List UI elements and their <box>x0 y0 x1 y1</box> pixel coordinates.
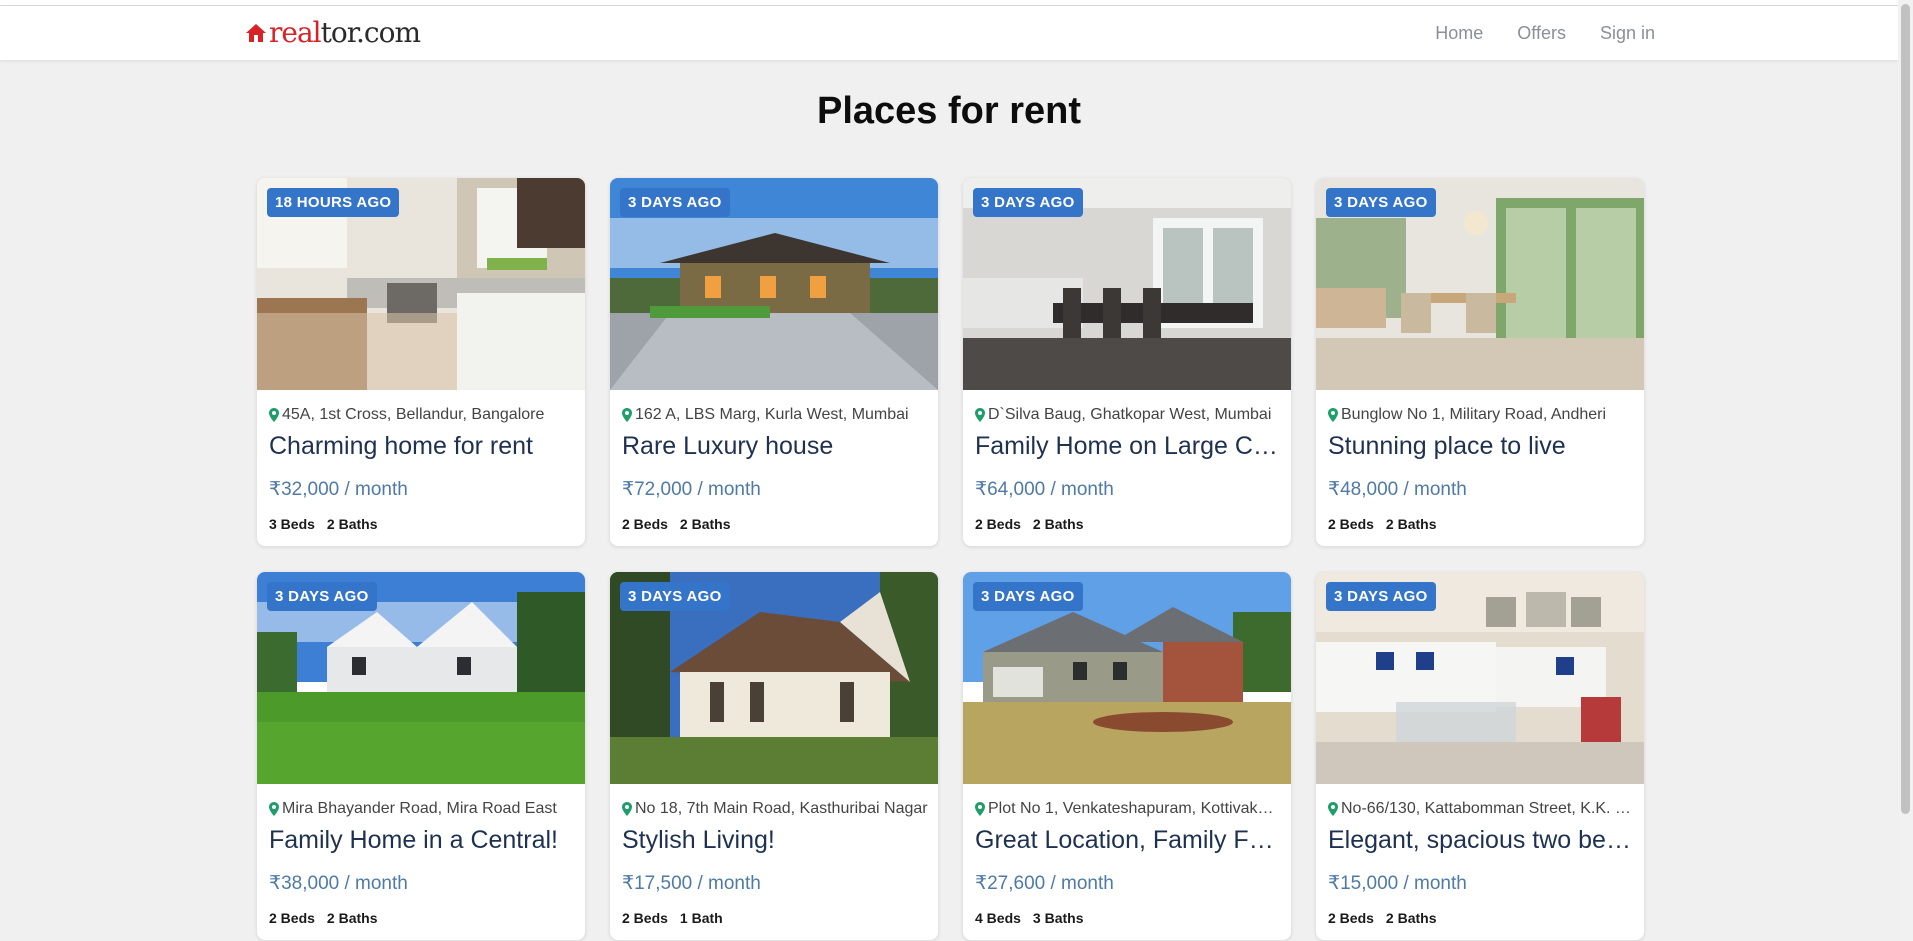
listing-specs: 2 Beds 2 Baths <box>975 516 1084 532</box>
listing-specs: 2 Beds 2 Baths <box>622 516 731 532</box>
listing-baths: 1 Bath <box>679 910 723 926</box>
listing-title[interactable]: Stylish Living! <box>622 826 928 855</box>
listing-card[interactable]: 3 DAYS AGO 162 A, LBS Marg, Kurla West, … <box>610 178 938 546</box>
listing-baths: 2 Baths <box>1032 516 1084 532</box>
listing-age-badge: 3 DAYS AGO <box>620 582 730 611</box>
listing-address-text: 162 A, LBS Marg, Kurla West, Mumbai <box>635 406 909 423</box>
listing-age-badge: 3 DAYS AGO <box>1326 188 1436 217</box>
house-logo-icon <box>246 24 266 42</box>
listing-specs: 3 Beds 2 Baths <box>269 516 378 532</box>
location-pin-icon <box>1328 802 1338 816</box>
listing-card[interactable]: 3 DAYS AGO No-66/130, Kattabomman Street… <box>1316 572 1644 940</box>
listing-address: Bunglow No 1, Military Road, Andheri <box>1328 406 1634 424</box>
listing-image: 3 DAYS AGO <box>257 572 585 784</box>
listing-card[interactable]: 3 DAYS AGO D`Silva Baug, Ghatkopar West,… <box>963 178 1291 546</box>
listing-image: 3 DAYS AGO <box>963 572 1291 784</box>
listing-address-text: No 18, 7th Main Road, Kasthuribai Nagar <box>635 800 928 817</box>
listing-beds: 2 Beds <box>1328 910 1374 926</box>
listing-address: D`Silva Baug, Ghatkopar West, Mumbai <box>975 406 1281 424</box>
listing-baths: 2 Baths <box>1385 910 1437 926</box>
listing-address-text: Mira Bhayander Road, Mira Road East <box>282 800 557 817</box>
listing-address: Plot No 1, Venkateshapuram, Kottivakkam <box>975 800 1281 818</box>
listing-price: ₹38,000 / month <box>269 873 408 894</box>
listing-specs: 2 Beds 2 Baths <box>1328 910 1437 926</box>
listing-title[interactable]: Family Home in a Central! <box>269 826 575 855</box>
listing-specs: 2 Beds 1 Bath <box>622 910 723 926</box>
listing-specs: 4 Beds 3 Baths <box>975 910 1084 926</box>
listing-beds: 2 Beds <box>269 910 315 926</box>
listing-address: No 18, 7th Main Road, Kasthuribai Nagar <box>622 800 928 818</box>
listing-beds: 2 Beds <box>1328 516 1374 532</box>
listing-beds: 2 Beds <box>622 516 668 532</box>
location-pin-icon <box>975 408 985 422</box>
listing-specs: 2 Beds 2 Baths <box>269 910 378 926</box>
listing-age-badge: 18 HOURS AGO <box>267 188 400 217</box>
listing-baths: 2 Baths <box>1385 516 1437 532</box>
page-scrollbar[interactable] <box>1898 0 1913 941</box>
listing-age-badge: 3 DAYS AGO <box>1326 582 1436 611</box>
listing-address-text: Plot No 1, Venkateshapuram, Kottivakkam <box>988 800 1281 817</box>
listing-price: ₹48,000 / month <box>1328 479 1467 500</box>
listing-image: 3 DAYS AGO <box>610 178 938 390</box>
listing-card[interactable]: 3 DAYS AGO Plot No 1, Venkateshapuram, K… <box>963 572 1291 940</box>
location-pin-icon <box>269 408 279 422</box>
listing-title[interactable]: Stunning place to live <box>1328 432 1634 461</box>
listing-baths: 3 Baths <box>1032 910 1084 926</box>
listing-address-text: No-66/130, Kattabomman Street, K.K. Naga… <box>1341 800 1634 817</box>
listing-price: ₹15,000 / month <box>1328 873 1467 894</box>
nav-signin-link[interactable]: Sign in <box>1600 22 1655 44</box>
listing-price: ₹27,600 / month <box>975 873 1114 894</box>
listing-card[interactable]: 3 DAYS AGO Bunglow No 1, Military Road, … <box>1316 178 1644 546</box>
brand-logo[interactable]: realtor.com <box>245 16 421 49</box>
nav-offers-link[interactable]: Offers <box>1517 22 1566 44</box>
listing-age-badge: 3 DAYS AGO <box>267 582 377 611</box>
listing-address-text: D`Silva Baug, Ghatkopar West, Mumbai <box>988 406 1272 423</box>
listing-title[interactable]: Charming home for rent <box>269 432 575 461</box>
listing-address: No-66/130, Kattabomman Street, K.K. Naga… <box>1328 800 1634 818</box>
listing-baths: 2 Baths <box>679 516 731 532</box>
location-pin-icon <box>1328 408 1338 422</box>
location-pin-icon <box>622 802 632 816</box>
nav-links: Home Offers Sign in <box>1435 22 1655 44</box>
nav-home-link[interactable]: Home <box>1435 22 1483 44</box>
listing-address: 162 A, LBS Marg, Kurla West, Mumbai <box>622 406 928 424</box>
listing-image: 3 DAYS AGO <box>1316 572 1644 784</box>
listing-image: 3 DAYS AGO <box>610 572 938 784</box>
location-pin-icon <box>622 408 632 422</box>
listing-beds: 2 Beds <box>622 910 668 926</box>
listing-specs: 2 Beds 2 Baths <box>1328 516 1437 532</box>
listing-title[interactable]: Family Home on Large Corner Lot <box>975 432 1281 461</box>
listing-card[interactable]: 3 DAYS AGO Mira Bhayander Road, Mira Roa… <box>257 572 585 940</box>
listing-image: 3 DAYS AGO <box>963 178 1291 390</box>
listing-card[interactable]: 18 HOURS AGO 45A, 1st Cross, Bellandur, … <box>257 178 585 546</box>
navbar: realtor.com Home Offers Sign in <box>0 6 1898 61</box>
listing-price: ₹17,500 / month <box>622 873 761 894</box>
listing-address-text: 45A, 1st Cross, Bellandur, Bangalore <box>282 406 545 423</box>
listing-beds: 2 Beds <box>975 516 1021 532</box>
listing-baths: 2 Baths <box>326 910 378 926</box>
listing-title[interactable]: Great Location, Family Friendly <box>975 826 1281 855</box>
listing-age-badge: 3 DAYS AGO <box>620 188 730 217</box>
listing-title[interactable]: Elegant, spacious two bedroom <box>1328 826 1634 855</box>
listing-age-badge: 3 DAYS AGO <box>973 582 1083 611</box>
listing-card[interactable]: 3 DAYS AGO No 18, 7th Main Road, Kasthur… <box>610 572 938 940</box>
listing-beds: 3 Beds <box>269 516 315 532</box>
listing-address: 45A, 1st Cross, Bellandur, Bangalore <box>269 406 575 424</box>
listing-address: Mira Bhayander Road, Mira Road East <box>269 800 575 818</box>
listing-price: ₹32,000 / month <box>269 479 408 500</box>
location-pin-icon <box>269 802 279 816</box>
listing-beds: 4 Beds <box>975 910 1021 926</box>
logo-text: realtor.com <box>269 16 421 49</box>
location-pin-icon <box>975 802 985 816</box>
listing-baths: 2 Baths <box>326 516 378 532</box>
page-title: Places for rent <box>817 90 1081 132</box>
listing-address-text: Bunglow No 1, Military Road, Andheri <box>1341 406 1607 423</box>
listing-price: ₹72,000 / month <box>622 479 761 500</box>
scrollbar-thumb[interactable] <box>1901 4 1910 814</box>
listing-image: 3 DAYS AGO <box>1316 178 1644 390</box>
listing-title[interactable]: Rare Luxury house <box>622 432 928 461</box>
listing-age-badge: 3 DAYS AGO <box>973 188 1083 217</box>
listing-image: 18 HOURS AGO <box>257 178 585 390</box>
listing-price: ₹64,000 / month <box>975 479 1114 500</box>
